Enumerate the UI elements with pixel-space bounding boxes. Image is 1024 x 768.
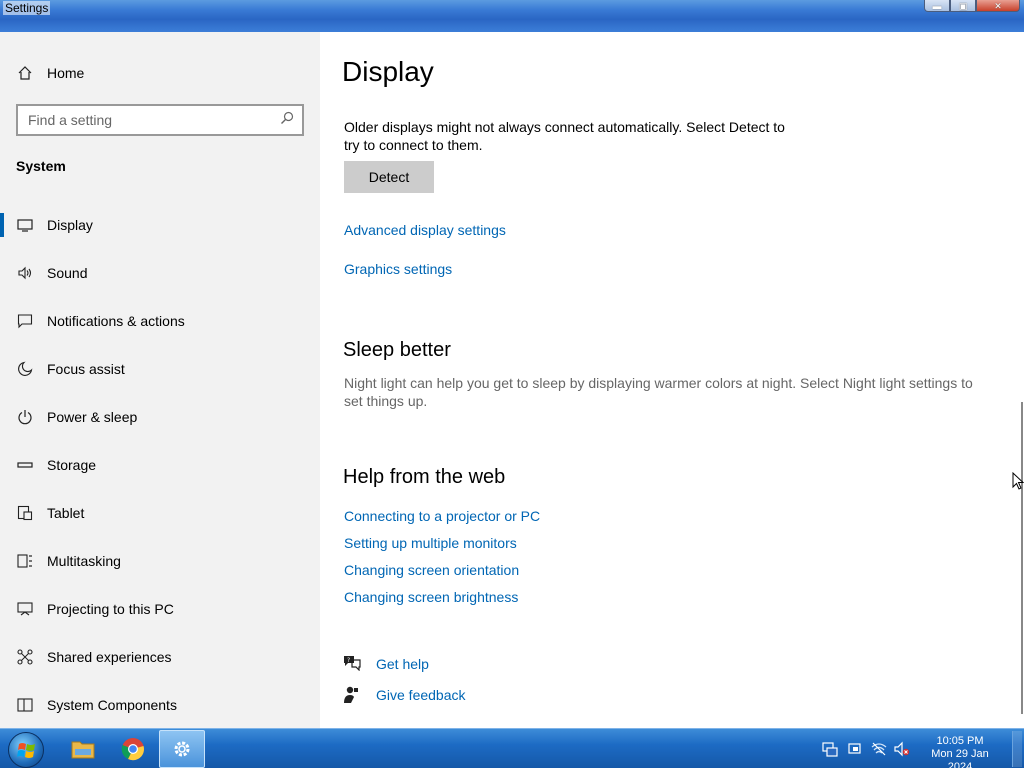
close-icon: ✕ <box>994 0 1002 11</box>
network-icon[interactable] <box>822 741 838 757</box>
tablet-icon <box>16 504 34 522</box>
sidebar-item-label: Notifications & actions <box>47 313 185 329</box>
sidebar-item-power-sleep[interactable]: Power & sleep <box>0 397 320 437</box>
taskbar-settings[interactable] <box>159 730 205 768</box>
sidebar-item-tablet[interactable]: Tablet <box>0 493 320 533</box>
taskbar-chrome[interactable] <box>110 730 156 768</box>
folder-icon <box>71 741 95 759</box>
window-title: Settings <box>3 1 51 15</box>
sidebar-item-storage[interactable]: Storage <box>0 445 320 485</box>
sidebar-item-label: Shared experiences <box>47 649 172 665</box>
sidebar-item-label: Display <box>47 217 93 233</box>
system-clock[interactable]: 10:05 PM Mon 29 Jan 2024 <box>918 735 1002 768</box>
taskbar: 10:05 PM Mon 29 Jan 2024 <box>0 728 1024 768</box>
search-placeholder: Find a setting <box>28 112 113 128</box>
windows-logo-icon <box>17 743 35 758</box>
sidebar-item-label: Multitasking <box>47 553 121 569</box>
notification-icon <box>16 312 34 330</box>
speaker-icon <box>16 264 34 282</box>
sidebar-item-label: Focus assist <box>47 361 125 377</box>
gear-icon <box>174 741 190 757</box>
multitasking-icon <box>16 552 34 570</box>
get-help-icon: ? <box>344 656 361 671</box>
sidebar-item-label: Storage <box>47 457 97 473</box>
sidebar-item-system-components[interactable]: System Components <box>0 685 320 725</box>
help-heading: Help from the web <box>343 466 506 488</box>
sidebar-item-home[interactable]: Home <box>0 53 320 93</box>
sidebar-item-sound[interactable]: Sound <box>0 253 320 293</box>
help-link-orientation[interactable]: Changing screen orientation <box>344 562 519 578</box>
chrome-icon <box>121 738 144 761</box>
sidebar-item-label: Projecting to this PC <box>47 601 174 617</box>
moon-icon <box>16 360 34 378</box>
sidebar: Home Find a setting System Display Sound… <box>0 32 320 728</box>
scrollbar[interactable] <box>1021 402 1023 714</box>
sidebar-item-notifications[interactable]: Notifications & actions <box>0 301 320 341</box>
power-icon <box>16 408 34 426</box>
give-feedback-link[interactable]: Give feedback <box>376 687 466 703</box>
start-button[interactable] <box>8 732 44 768</box>
components-icon <box>16 696 34 714</box>
projector-icon <box>16 600 34 618</box>
help-link-multiple-monitors[interactable]: Setting up multiple monitors <box>344 535 517 551</box>
sidebar-item-multitasking[interactable]: Multitasking <box>0 541 320 581</box>
monitor-icon <box>16 216 34 234</box>
home-icon <box>16 64 34 82</box>
clock-time: 10:05 PM <box>936 735 984 747</box>
graphics-settings-link[interactable]: Graphics settings <box>344 261 452 277</box>
minimize-icon: ▬ <box>932 0 942 11</box>
maximize-button[interactable]: ▣ <box>950 0 976 12</box>
clock-date: Mon 29 Jan 2024 <box>931 748 989 768</box>
main-content: Display Older displays might not always … <box>320 32 1024 728</box>
sidebar-item-label: System Components <box>47 697 177 713</box>
window-controls: ▬ ▣ ✕ <box>924 0 1020 12</box>
advanced-display-settings-link[interactable]: Advanced display settings <box>344 222 506 238</box>
get-help-link[interactable]: Get help <box>376 656 429 672</box>
help-link-brightness[interactable]: Changing screen brightness <box>344 589 518 605</box>
sidebar-item-display[interactable]: Display <box>0 205 320 245</box>
search-icon <box>281 111 294 124</box>
sidebar-item-shared-experiences[interactable]: Shared experiences <box>0 637 320 677</box>
sidebar-item-focus-assist[interactable]: Focus assist <box>0 349 320 389</box>
give-feedback-icon <box>344 686 358 703</box>
page-title: Display <box>342 56 434 87</box>
detect-button[interactable]: Detect <box>344 161 434 193</box>
help-link-projector[interactable]: Connecting to a projector or PC <box>344 508 540 524</box>
volume-muted-icon[interactable] <box>894 741 910 757</box>
sleep-better-description: Night light can help you get to sleep by… <box>344 375 973 409</box>
sidebar-item-label: Sound <box>47 265 88 281</box>
svg-text:?: ? <box>347 657 350 664</box>
section-title: System <box>16 158 66 174</box>
title-bar: Settings ▬ ▣ ✕ <box>0 0 1024 32</box>
taskbar-file-explorer[interactable] <box>60 730 106 768</box>
action-center-icon[interactable] <box>847 741 863 757</box>
mouse-cursor-icon <box>1012 472 1024 490</box>
maximize-icon: ▣ <box>958 0 968 11</box>
wifi-icon[interactable] <box>871 741 887 757</box>
detect-description: Older displays might not always connect … <box>344 119 785 153</box>
sidebar-item-label: Home <box>47 65 85 81</box>
sidebar-item-projecting[interactable]: Projecting to this PC <box>0 589 320 629</box>
sidebar-item-label: Tablet <box>47 505 85 521</box>
sleep-better-heading: Sleep better <box>343 339 451 361</box>
show-desktop-button[interactable] <box>1012 731 1022 767</box>
search-input[interactable]: Find a setting <box>16 104 304 136</box>
storage-icon <box>16 456 34 474</box>
close-button[interactable]: ✕ <box>976 0 1020 12</box>
minimize-button[interactable]: ▬ <box>924 0 950 12</box>
sidebar-item-label: Power & sleep <box>47 409 138 425</box>
share-icon <box>16 648 34 666</box>
